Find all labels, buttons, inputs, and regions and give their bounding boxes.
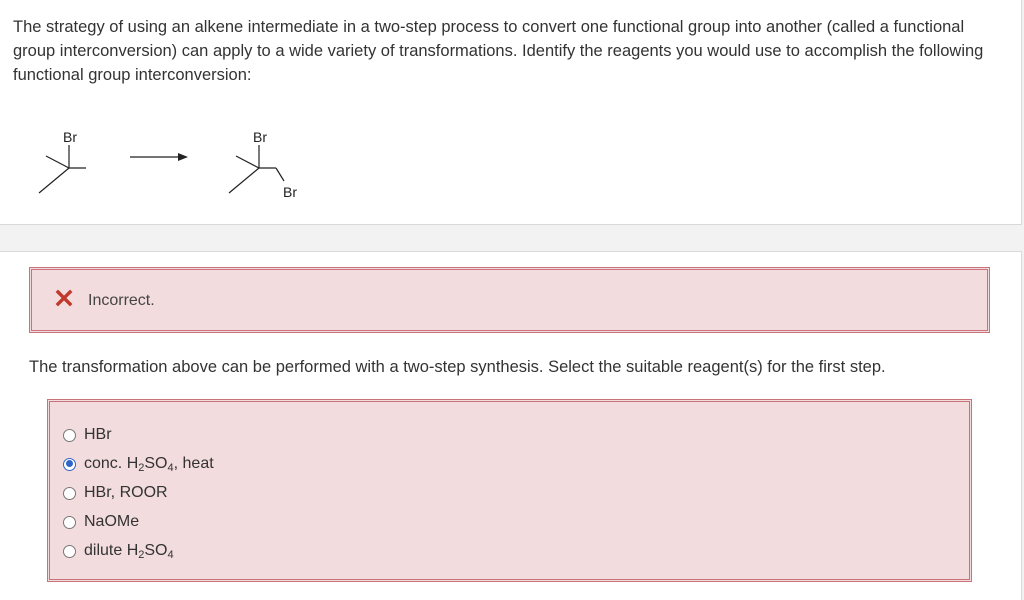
radio-button[interactable] (63, 544, 76, 558)
radio-button[interactable] (63, 486, 76, 500)
product-structure: Br Br (222, 125, 312, 205)
x-mark-icon (55, 289, 73, 307)
option-label: HBr (84, 426, 112, 443)
option-label: conc. H2SO4, heat (84, 455, 214, 474)
reagent-options-group: HBr conc. H2SO4, heat HBr, ROOR NaOMe di… (47, 399, 972, 582)
option-label: NaOMe (84, 513, 140, 530)
radio-button[interactable] (63, 428, 76, 442)
reaction-arrow (130, 150, 190, 164)
reactant-structure: Br (32, 125, 92, 200)
question-text: The strategy of using an alkene intermed… (13, 18, 984, 84)
radio-button[interactable] (63, 515, 76, 529)
step-prompt: The transformation above can be performe… (29, 358, 886, 376)
reactant-br-label: Br (63, 129, 77, 145)
option-hbr[interactable]: HBr (63, 424, 112, 446)
option-naome[interactable]: NaOMe (63, 511, 139, 533)
option-dilute-h2so4[interactable]: dilute H2SO4 (63, 540, 174, 562)
option-conc-h2so4-heat[interactable]: conc. H2SO4, heat (63, 453, 214, 475)
option-hbr-roor[interactable]: HBr, ROOR (63, 482, 168, 504)
feedback-banner: Incorrect. (29, 267, 990, 333)
product-skeleton: Br Br (228, 129, 297, 200)
reactant-skeleton: Br (38, 129, 86, 194)
option-label: HBr, ROOR (84, 484, 168, 501)
option-label: dilute H2SO4 (84, 542, 174, 561)
product-br-top-label: Br (253, 129, 267, 145)
product-br-bottom-label: Br (283, 184, 297, 200)
radio-button[interactable] (63, 457, 76, 471)
feedback-status: Incorrect. (88, 292, 155, 309)
question-card: The strategy of using an alkene intermed… (0, 0, 1022, 225)
